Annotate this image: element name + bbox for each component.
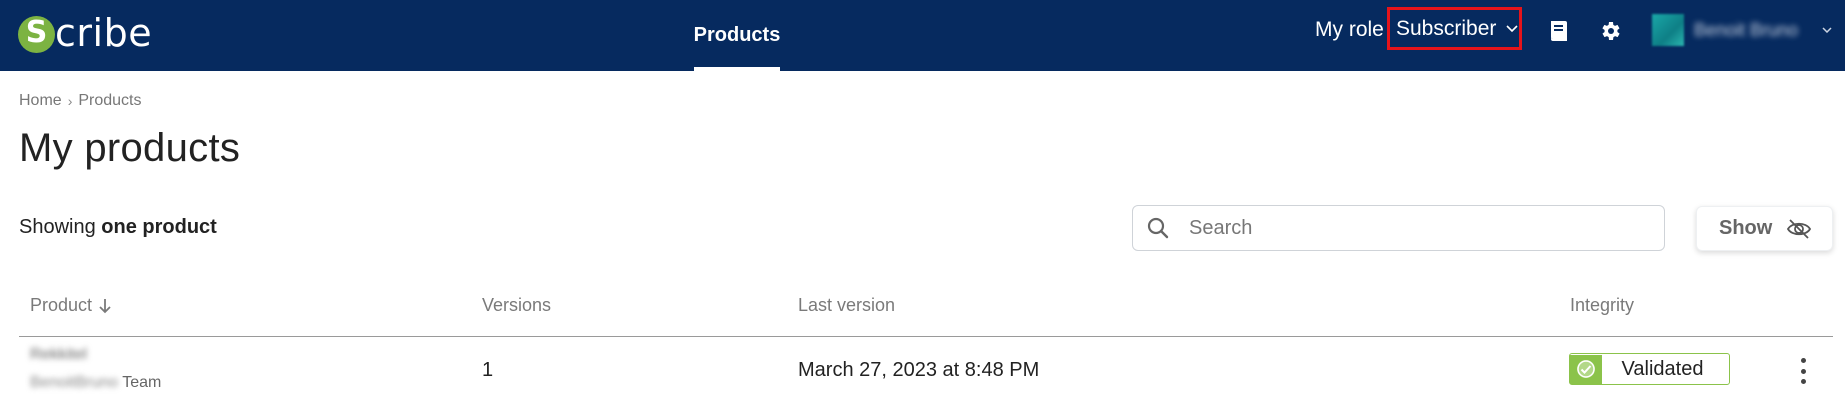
nav-tab-products[interactable]: Products — [694, 0, 780, 71]
user-avatar[interactable] — [1652, 14, 1684, 46]
user-menu-chevron-icon[interactable] — [1822, 22, 1832, 36]
breadcrumb: Home › Products — [19, 92, 142, 110]
column-header-integrity: Integrity — [1570, 295, 1635, 315]
result-count: Showing one product — [19, 216, 217, 239]
scribe-logo[interactable]: S cribe — [18, 10, 152, 58]
logo-text: cribe — [55, 11, 153, 55]
documentation-book-icon[interactable] — [1546, 18, 1572, 44]
owner-name: BenoitBruno — [30, 374, 119, 391]
column-header-label: Product — [30, 295, 93, 315]
column-header-versions: Versions — [482, 295, 552, 315]
sort-arrow-down-icon — [98, 297, 112, 315]
role-value: Subscriber — [1396, 16, 1497, 40]
settings-gear-icon[interactable] — [1597, 18, 1623, 44]
chevron-down-icon — [1506, 21, 1518, 36]
show-button-label: Show — [1719, 217, 1773, 239]
integrity-status-label: Validated — [1621, 357, 1704, 380]
column-header-product[interactable]: Product — [30, 295, 112, 316]
breadcrumb-home[interactable]: Home — [19, 92, 62, 110]
breadcrumb-separator-icon: › — [67, 93, 73, 109]
role-dropdown[interactable]: Subscriber — [1387, 7, 1522, 50]
table-row[interactable]: Rekkitel BenoitBruno Team 1 March 27, 20… — [19, 337, 1833, 420]
product-owner: BenoitBruno Team — [30, 374, 161, 392]
last-version-date: March 27, 2023 at 8:48 PM — [798, 359, 1040, 381]
product-name[interactable]: Rekkitel — [30, 346, 87, 364]
versions-count: 1 — [482, 359, 494, 381]
active-tab-indicator — [694, 67, 780, 71]
result-count-value: one product — [101, 216, 217, 238]
result-count-prefix: Showing — [19, 216, 96, 238]
logo-s-mark: S — [18, 15, 55, 53]
show-hidden-toggle-button[interactable]: Show — [1696, 206, 1833, 251]
search-input[interactable] — [1189, 216, 1649, 240]
user-name[interactable]: Benoit Bruno — [1694, 20, 1798, 41]
eye-slash-icon — [1786, 216, 1812, 242]
owner-suffix: Team — [122, 374, 162, 391]
integrity-status-badge: Validated — [1569, 353, 1730, 385]
nav-tab-label: Products — [693, 24, 781, 46]
breadcrumb-current: Products — [78, 92, 142, 109]
column-header-last-version: Last version — [798, 295, 896, 315]
search-icon — [1147, 217, 1169, 239]
check-circle-icon — [1570, 354, 1602, 384]
search-box[interactable] — [1132, 205, 1665, 251]
top-navigation-bar: S cribe Products My role Subscriber Beno… — [0, 0, 1845, 71]
row-actions-kebab-icon[interactable] — [1795, 358, 1811, 384]
page-title: My products — [19, 126, 241, 170]
role-label: My role — [1315, 18, 1384, 41]
